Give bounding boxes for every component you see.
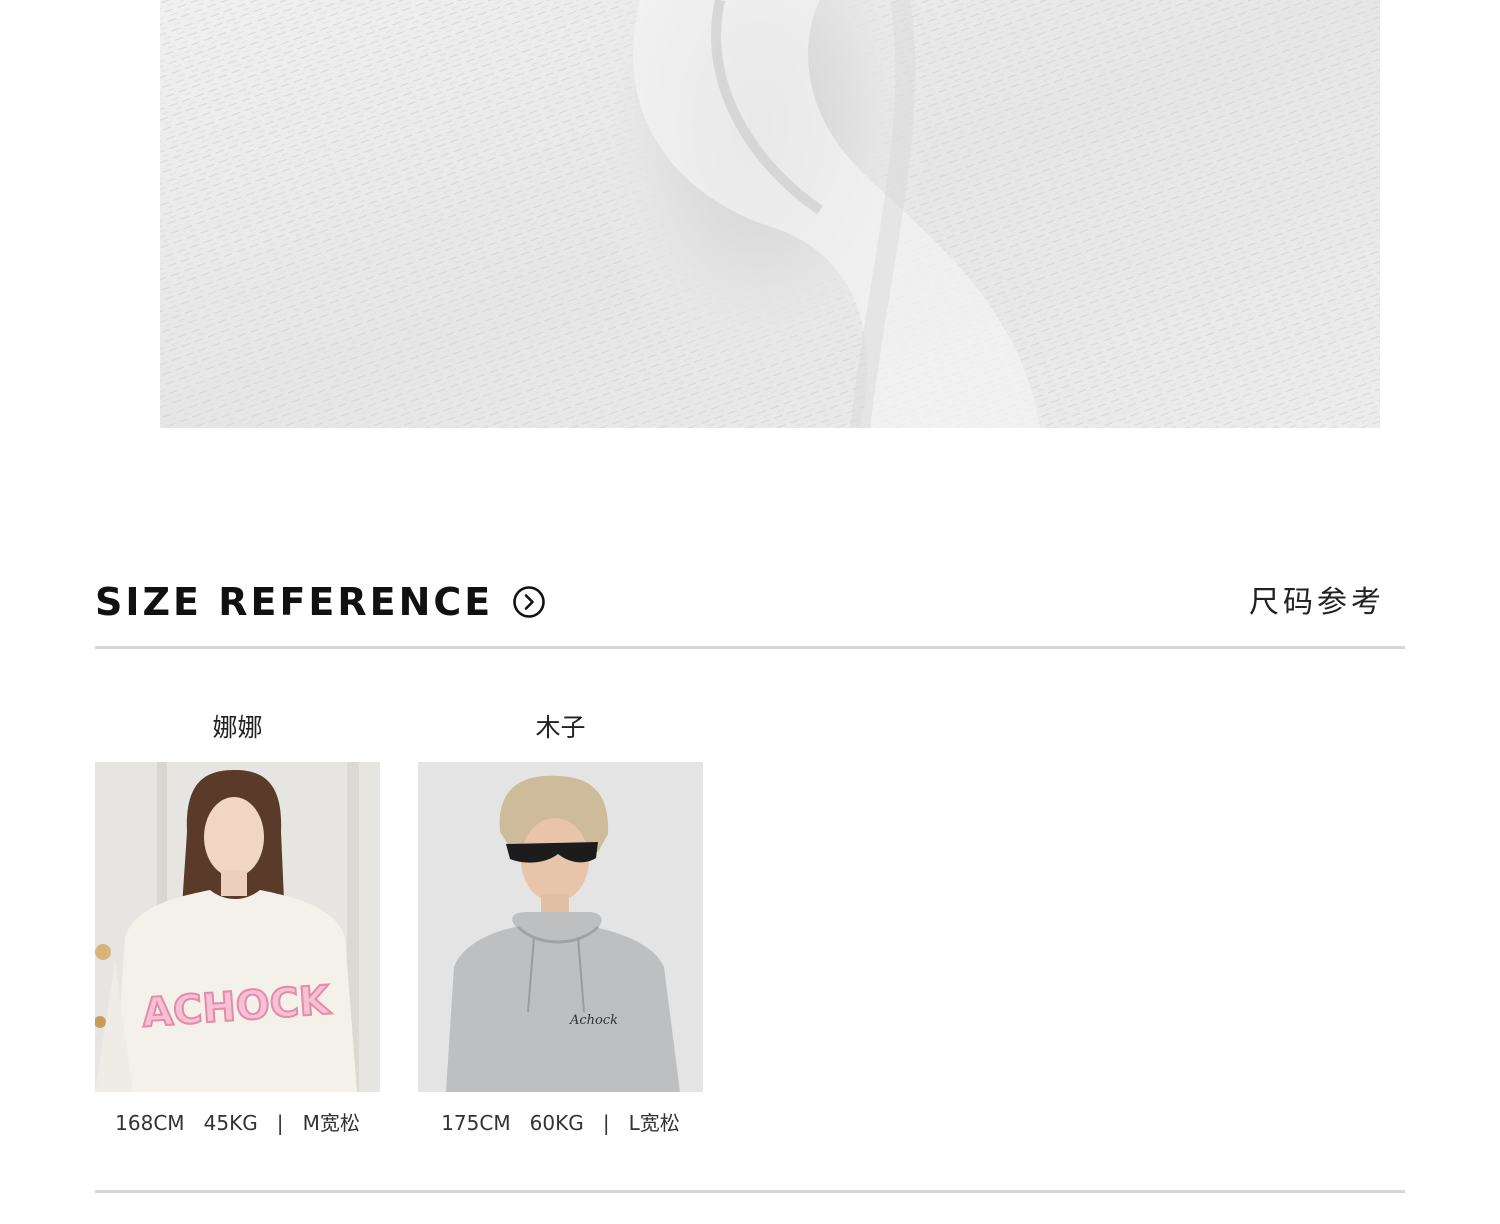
model-photo-male-hoodie: Achock — [418, 762, 703, 1092]
model-height: 175CM — [441, 1111, 511, 1135]
circle-chevron-right-icon[interactable] — [512, 585, 546, 619]
model-stats: 168CM 45KG | M宽松 — [95, 1108, 380, 1138]
model-photo-female-sweater: ACHOCK — [95, 762, 380, 1092]
model-card[interactable]: 木子 Achock 175CM 60KG | L宽松 — [418, 708, 703, 1138]
model-size: L宽松 — [628, 1111, 680, 1135]
size-reference-header: SIZE REFERENCE 尺码参考 — [95, 576, 1405, 632]
stats-separator: | — [602, 1111, 610, 1135]
divider — [95, 646, 1405, 649]
model-name: 木子 — [535, 713, 586, 742]
model-name: 娜娜 — [212, 713, 263, 742]
section-title-cn: 尺码参考 — [1249, 585, 1385, 620]
fabric-closeup-image — [160, 0, 1380, 428]
model-weight: 45KG — [203, 1111, 258, 1135]
section-title: SIZE REFERENCE — [95, 580, 494, 624]
model-size: M宽松 — [302, 1111, 360, 1135]
model-stats: 175CM 60KG | L宽松 — [418, 1108, 703, 1138]
stats-separator: | — [276, 1111, 284, 1135]
model-height: 168CM — [115, 1111, 185, 1135]
model-weight: 60KG — [529, 1111, 584, 1135]
model-card[interactable]: 娜娜 ACHOCK 168CM 45KG | M宽松 — [95, 708, 380, 1138]
divider — [95, 1190, 1405, 1193]
garment-print: Achock — [569, 1013, 618, 1028]
